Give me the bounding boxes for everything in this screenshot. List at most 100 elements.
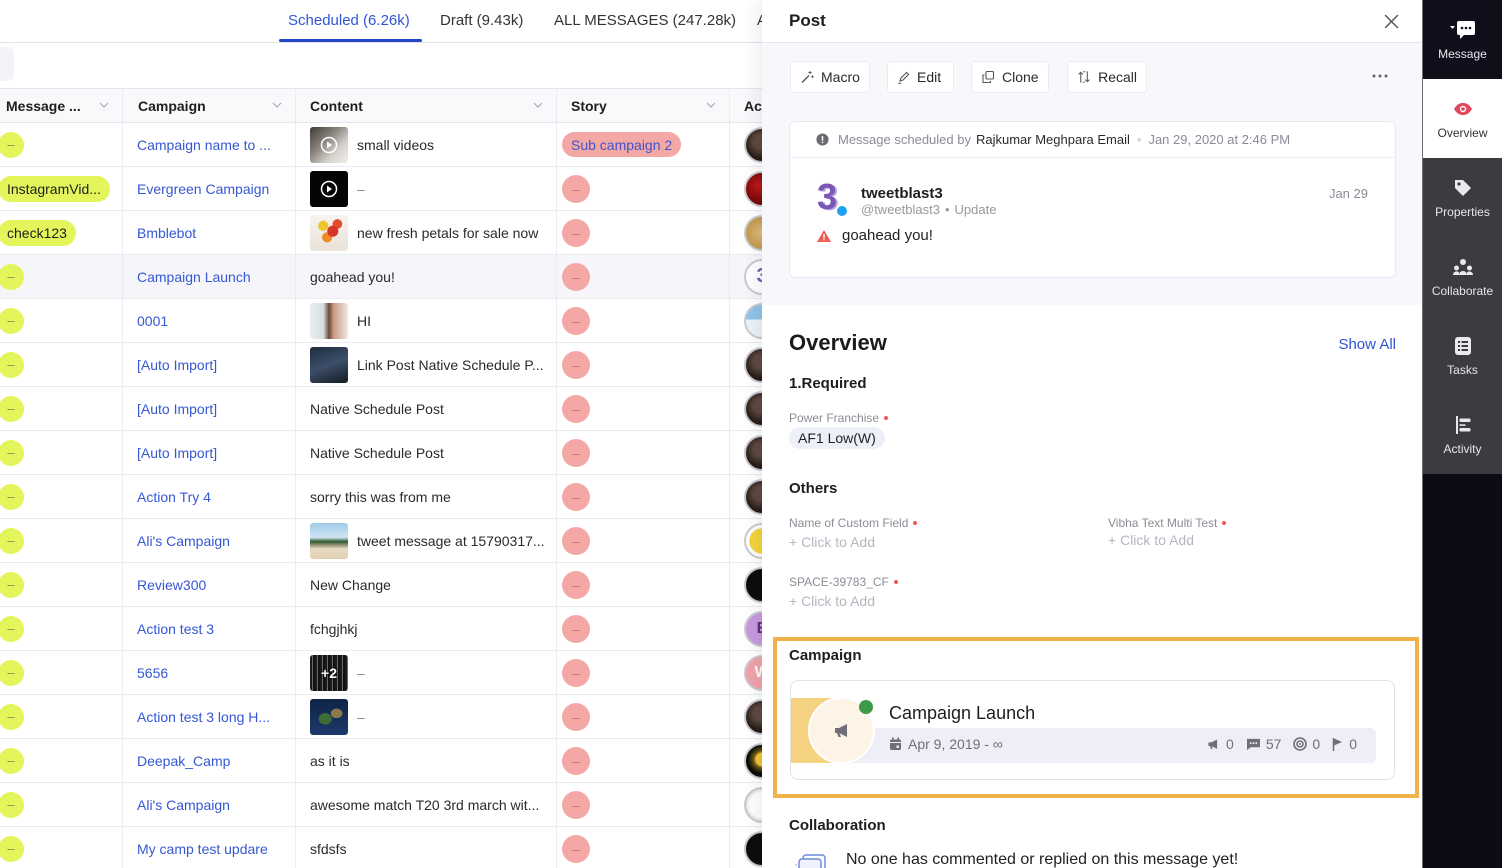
- campaign-link[interactable]: Action test 3 long H...: [137, 709, 270, 725]
- content-cell[interactable]: small videos: [296, 123, 557, 166]
- campaign-card[interactable]: Campaign Launch Apr 9, 2019 - ∞ 0 57 0 0: [790, 680, 1395, 780]
- column-header-story[interactable]: Story: [557, 89, 730, 122]
- table-row[interactable]: – Ali's Campaign awesome match T20 3rd m…: [0, 783, 790, 827]
- campaign-link[interactable]: Review300: [137, 577, 206, 593]
- story-tag[interactable]: –: [562, 702, 590, 731]
- campaign-link[interactable]: 0001: [137, 313, 168, 329]
- message-tag[interactable]: –: [0, 395, 24, 422]
- column-header-content[interactable]: Content: [296, 89, 557, 122]
- campaign-link[interactable]: Evergreen Campaign: [137, 181, 269, 197]
- story-tag[interactable]: –: [562, 482, 590, 511]
- column-header-campaign[interactable]: Campaign: [123, 89, 296, 122]
- chevron-down-icon[interactable]: [533, 102, 543, 108]
- tab-all-messages[interactable]: ALL MESSAGES (247.28k): [554, 12, 736, 29]
- table-row[interactable]: – Campaign Launch goahead you! – 3: [0, 255, 790, 299]
- table-row[interactable]: – [Auto Import] Native Schedule Post –: [0, 431, 790, 475]
- table-row[interactable]: – Deepak_Camp as it is –: [0, 739, 790, 783]
- message-tag[interactable]: –: [0, 615, 24, 642]
- content-cell[interactable]: as it is: [296, 739, 557, 782]
- content-cell[interactable]: awesome match T20 3rd march wit...: [296, 783, 557, 826]
- vibha-text-field-add[interactable]: + Click to Add: [1108, 532, 1194, 548]
- content-cell[interactable]: Native Schedule Post: [296, 387, 557, 430]
- show-all-link[interactable]: Show All: [1338, 336, 1396, 353]
- content-cell[interactable]: new fresh petals for sale now: [296, 211, 557, 254]
- sidebar-item-tasks[interactable]: Tasks: [1423, 316, 1502, 395]
- content-thumbnail[interactable]: [310, 698, 348, 735]
- sidebar-item-message[interactable]: Message: [1423, 0, 1502, 79]
- content-cell[interactable]: fchgjhkj: [296, 607, 557, 650]
- message-tag[interactable]: –: [0, 703, 24, 730]
- content-thumbnail[interactable]: [310, 346, 348, 383]
- table-row[interactable]: check123 Bmblebot new fresh petals for s…: [0, 211, 790, 255]
- scheduled-by-user[interactable]: Rajkumar Meghpara Email: [976, 132, 1130, 147]
- campaign-link[interactable]: Action test 3: [137, 621, 214, 637]
- sidebar-item-activity[interactable]: Activity: [1423, 395, 1502, 474]
- search-input[interactable]: [0, 47, 14, 81]
- story-tag[interactable]: Sub campaign 2: [562, 132, 682, 157]
- campaign-link[interactable]: [Auto Import]: [137, 357, 217, 373]
- tab-draft[interactable]: Draft (9.43k): [440, 12, 523, 29]
- campaign-link[interactable]: [Auto Import]: [137, 445, 217, 461]
- story-tag[interactable]: –: [562, 218, 590, 247]
- message-tag[interactable]: InstagramVid...: [0, 175, 110, 202]
- chevron-down-icon[interactable]: [272, 102, 282, 108]
- story-tag[interactable]: –: [562, 570, 590, 599]
- clone-button[interactable]: Clone: [971, 61, 1049, 93]
- story-tag[interactable]: –: [562, 350, 590, 379]
- message-tag[interactable]: –: [0, 791, 24, 818]
- table-row[interactable]: – Action Try 4 sorry this was from me –: [0, 475, 790, 519]
- content-cell[interactable]: HI: [296, 299, 557, 342]
- content-cell[interactable]: +2 –: [296, 651, 557, 694]
- campaign-link[interactable]: [Auto Import]: [137, 401, 217, 417]
- close-icon[interactable]: [1383, 13, 1400, 30]
- message-tag[interactable]: –: [0, 483, 24, 510]
- message-tag[interactable]: –: [0, 747, 24, 774]
- story-tag[interactable]: –: [562, 526, 590, 555]
- campaign-link[interactable]: Ali's Campaign: [137, 797, 230, 813]
- message-tag[interactable]: –: [0, 307, 24, 334]
- campaign-link[interactable]: Campaign Launch: [137, 269, 251, 285]
- story-tag[interactable]: –: [562, 746, 590, 775]
- story-tag[interactable]: –: [562, 438, 590, 467]
- message-tag[interactable]: –: [0, 659, 24, 686]
- sidebar-item-properties[interactable]: Properties: [1423, 158, 1502, 237]
- content-thumbnail[interactable]: [310, 522, 348, 559]
- table-row[interactable]: – [Auto Import] Link Post Native Schedul…: [0, 343, 790, 387]
- content-cell[interactable]: Link Post Native Schedule P...: [296, 343, 557, 386]
- content-cell[interactable]: sfdsfs: [296, 827, 557, 868]
- content-cell[interactable]: sorry this was from me: [296, 475, 557, 518]
- sidebar-item-overview[interactable]: Overview: [1423, 79, 1502, 158]
- table-row[interactable]: – Ali's Campaign tweet message at 157903…: [0, 519, 790, 563]
- content-thumbnail[interactable]: [310, 126, 348, 163]
- tab-scheduled[interactable]: Scheduled (6.26k): [288, 12, 410, 29]
- campaign-link[interactable]: Ali's Campaign: [137, 533, 230, 549]
- table-row[interactable]: – 5656 +2 – – W: [0, 651, 790, 695]
- macro-button[interactable]: Macro: [790, 61, 870, 93]
- campaign-link[interactable]: My camp test updare: [137, 841, 268, 857]
- content-cell[interactable]: goahead you!: [296, 255, 557, 298]
- message-tag[interactable]: –: [0, 351, 24, 378]
- account-name[interactable]: tweetblast3: [861, 185, 943, 202]
- story-tag[interactable]: –: [562, 658, 590, 687]
- recall-button[interactable]: Recall: [1067, 61, 1147, 93]
- table-row[interactable]: – 0001 HI –: [0, 299, 790, 343]
- campaign-link[interactable]: Action Try 4: [137, 489, 211, 505]
- content-cell[interactable]: Native Schedule Post: [296, 431, 557, 474]
- campaign-link[interactable]: Deepak_Camp: [137, 753, 230, 769]
- content-thumbnail[interactable]: [310, 302, 348, 339]
- message-tag[interactable]: –: [0, 835, 24, 862]
- custom-field-add[interactable]: + Click to Add: [789, 534, 875, 550]
- table-row[interactable]: – Campaign name to ... small videos Sub …: [0, 123, 790, 167]
- story-tag[interactable]: –: [562, 614, 590, 643]
- content-thumbnail[interactable]: [310, 214, 348, 251]
- sidebar-item-collaborate[interactable]: Collaborate: [1423, 237, 1502, 316]
- table-row[interactable]: InstagramVid... Evergreen Campaign – –: [0, 167, 790, 211]
- table-row[interactable]: – Review300 New Change –: [0, 563, 790, 607]
- campaign-link[interactable]: Campaign name to ...: [137, 137, 271, 153]
- column-header-message[interactable]: Message ...: [0, 89, 123, 122]
- story-tag[interactable]: –: [562, 790, 590, 819]
- power-franchise-value[interactable]: AF1 Low(W): [789, 427, 885, 449]
- content-thumbnail[interactable]: [310, 170, 348, 207]
- edit-button[interactable]: Edit: [887, 61, 954, 93]
- message-tag[interactable]: –: [0, 263, 24, 290]
